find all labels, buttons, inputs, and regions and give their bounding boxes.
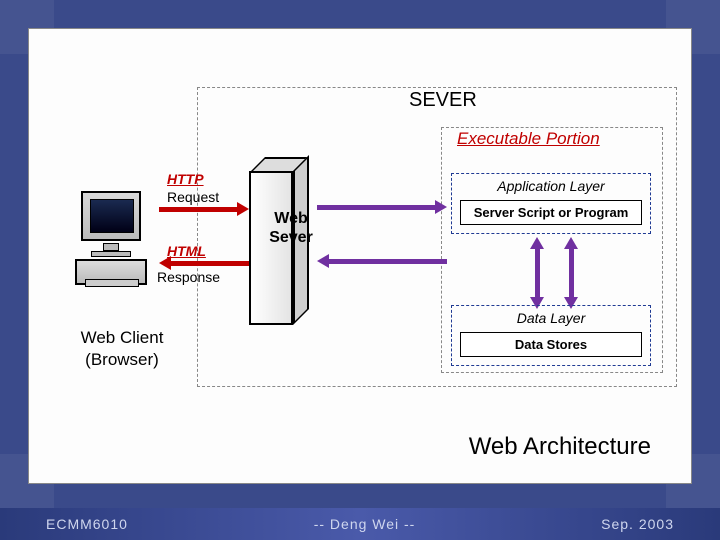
response-label: Response (157, 269, 220, 285)
server-script-box: Server Script or Program (460, 200, 642, 225)
web-server-label: Web Sever (261, 209, 321, 247)
data-layer-title: Data Layer (452, 310, 650, 326)
data-layer-box: Data Layer Data Stores (451, 305, 651, 366)
client-computer-icon (75, 191, 151, 287)
executable-portion-label: Executable Portion (457, 129, 600, 149)
app-data-connector-1 (535, 247, 540, 299)
client-label-line1: Web Client (81, 328, 164, 347)
sever-region-label: SEVER (409, 89, 477, 112)
application-layer-box: Application Layer Server Script or Progr… (451, 173, 651, 234)
client-label-line2: (Browser) (85, 350, 159, 369)
app-data-connector-2 (569, 247, 574, 299)
request-label: Request (167, 189, 219, 205)
web-server-line2: Sever (269, 229, 313, 246)
footer-author: -- Deng Wei -- (314, 516, 416, 532)
application-layer-title: Application Layer (452, 178, 650, 194)
web-server-line1: Web (274, 210, 307, 227)
data-stores-box: Data Stores (460, 332, 642, 357)
footer-date: Sep. 2003 (601, 516, 674, 532)
footer-course: ECMM6010 (46, 516, 128, 532)
footer-bar: ECMM6010 -- Deng Wei -- Sep. 2003 (0, 508, 720, 540)
slide-canvas: SEVER Executable Portion Web Client (Bro… (28, 28, 692, 484)
client-label: Web Client (Browser) (67, 327, 177, 371)
html-label: HTML (167, 243, 206, 259)
diagram-title: Web Architecture (469, 433, 651, 461)
http-label: HTTP (167, 171, 204, 187)
